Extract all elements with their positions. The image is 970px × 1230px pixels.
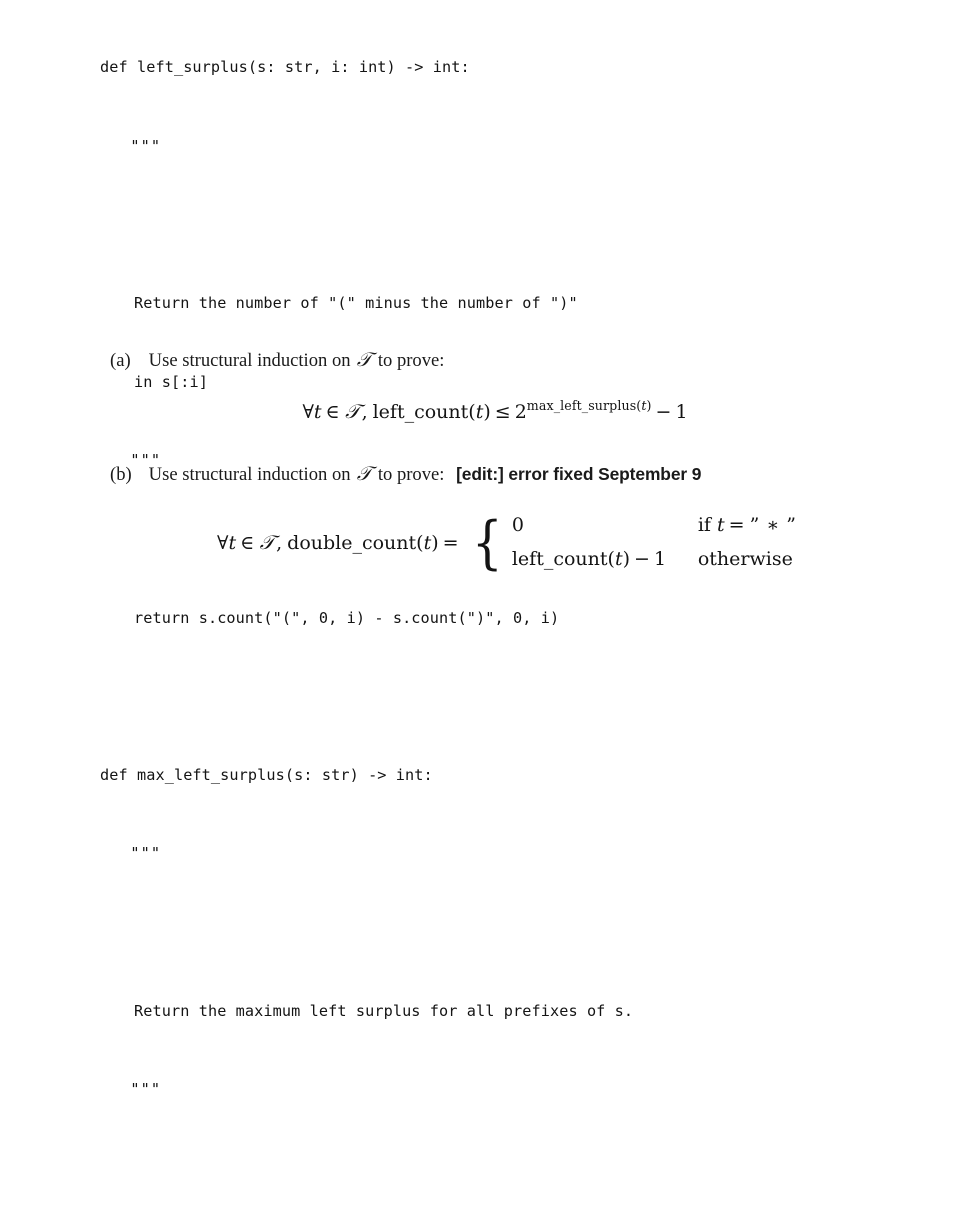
- universal-quantifier: ∀: [216, 531, 229, 554]
- paren-close: ): [646, 398, 652, 413]
- item-text-a-tail: to prove:: [377, 350, 445, 371]
- set-symbol-t: 𝒯: [345, 399, 361, 423]
- code-line: Return the maximum left surplus for all …: [134, 1001, 634, 1020]
- item-text-b: Use structural induction on: [148, 464, 351, 485]
- exponent-expression: max_left_surplus(t): [527, 398, 652, 413]
- double-count-function: double_count: [287, 531, 417, 554]
- item-label-b: (b): [110, 464, 132, 485]
- case-condition-equals: =: [728, 514, 745, 536]
- case-value: left_count(t) −1: [512, 542, 698, 576]
- code-line: in s[:i]: [134, 372, 208, 391]
- case-condition-otherwise: otherwise: [697, 548, 793, 570]
- case-condition-variable: t: [717, 514, 725, 536]
- code-line: Return the number of "(" minus the numbe…: [134, 294, 578, 313]
- minus-operator: −: [634, 548, 650, 570]
- equation-constant: 1: [675, 400, 688, 423]
- universal-quantifier: ∀: [302, 400, 314, 423]
- equation-comma: ,: [361, 400, 368, 423]
- case-value: 0: [512, 508, 698, 542]
- minus-operator: −: [655, 400, 672, 423]
- case-condition: if t =” ∗ ”: [698, 508, 797, 542]
- element-of-symbol: ∈: [240, 531, 255, 554]
- display-equation-b: ∀t ∈ 𝒯, double_count(t) = { 0 if t =” ∗ ” lef…: [216, 508, 797, 576]
- case-condition-if: if: [697, 514, 711, 536]
- equation-variable: t: [313, 400, 322, 423]
- code-line: return s.count("(", 0, i) - s.count(")",…: [134, 608, 560, 627]
- case-value-zero: 0: [511, 514, 524, 536]
- problem-item-a: (a) Use structural induction on 𝒯 to pro…: [110, 348, 444, 372]
- code-listing: def left_surplus(s: str, i: int) -> int:…: [100, 2, 698, 1230]
- piecewise-case-row: left_count(t) −1 otherwise: [512, 542, 797, 576]
- case-value-constant: 1: [653, 548, 667, 570]
- max-left-surplus-function: max_left_surplus: [526, 398, 637, 413]
- code-line-docstring: """: [130, 1080, 162, 1099]
- code-line: def max_left_surplus(s: str) -> int:: [100, 765, 433, 784]
- piecewise-cases: 0 if t =” ∗ ” left_count(t) −1 otherwise: [507, 508, 797, 576]
- case-condition-value: ∗: [766, 514, 780, 536]
- case-condition: otherwise: [698, 542, 793, 576]
- edit-annotation: [edit:] error fixed September 9: [456, 464, 702, 484]
- problem-item-b: (b) Use structural induction on 𝒯 to pro…: [110, 462, 701, 486]
- paren-close: ): [622, 548, 631, 570]
- equation-variable: t: [228, 531, 237, 554]
- equals-symbol: =: [442, 531, 459, 554]
- set-symbol-t: 𝒯: [259, 530, 275, 554]
- paren-close: ): [431, 531, 439, 554]
- item-label-a: (a): [110, 350, 131, 371]
- item-text-a: Use structural induction on: [148, 350, 351, 371]
- paren-open: (: [607, 548, 615, 570]
- less-than-or-equal-symbol: ≤: [494, 400, 511, 423]
- paren-open: (: [416, 531, 424, 554]
- display-equation-a: ∀t ∈ 𝒯, left_count(t) ≤2max_left_surplus(t) −…: [0, 398, 970, 423]
- left-count-function: left_count: [372, 400, 469, 423]
- paren-open: (: [468, 400, 476, 423]
- exponent-base: 2: [514, 400, 527, 423]
- element-of-symbol: ∈: [325, 400, 340, 423]
- code-line-docstring: """: [130, 137, 162, 156]
- paren-close: ): [483, 400, 491, 423]
- code-line: def left_surplus(s: str, i: int) -> int:: [100, 58, 470, 77]
- set-symbol-t: 𝒯: [356, 462, 372, 485]
- piecewise-case-row: 0 if t =” ∗ ”: [512, 508, 797, 542]
- item-text-b-tail: to prove:: [377, 464, 445, 485]
- code-line-docstring: """: [130, 844, 162, 863]
- function-argument: t: [614, 548, 623, 570]
- left-count-function: left_count: [511, 548, 608, 570]
- piecewise-left-hand-side: ∀t ∈ 𝒯, double_count(t) =: [217, 531, 469, 554]
- quote-open: ”: [749, 514, 760, 536]
- set-symbol-t: 𝒯: [356, 348, 372, 371]
- quote-close: ”: [786, 514, 797, 536]
